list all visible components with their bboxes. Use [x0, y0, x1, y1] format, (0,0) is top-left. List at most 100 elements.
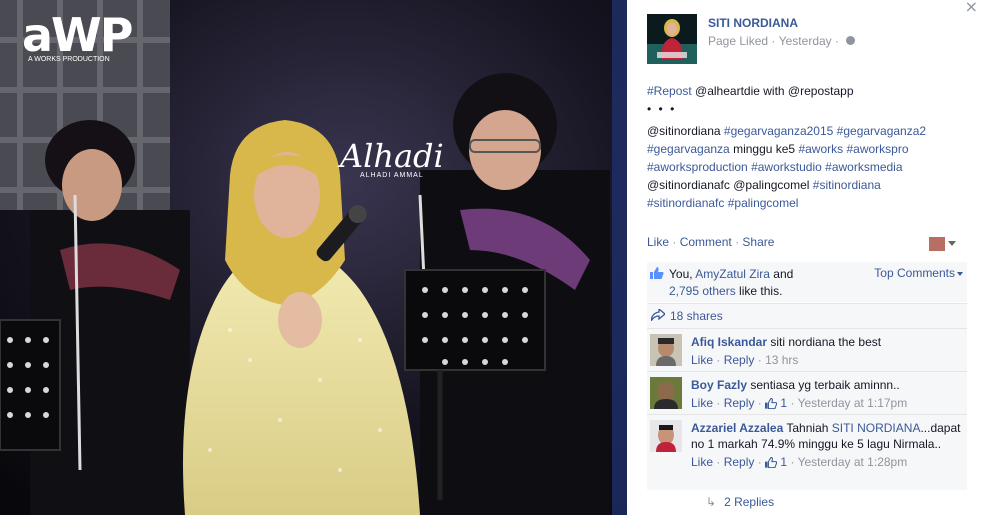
shares-count: 18 shares: [670, 309, 723, 323]
page-liked-label: Page Liked: [708, 33, 769, 48]
view-replies-link[interactable]: ↳ 2 Replies: [706, 495, 774, 509]
action-separator: ·: [735, 235, 740, 249]
post-body-line: @sitinordiana #gegarvaganza2015 #gegarva…: [647, 122, 977, 140]
action-separator: ·: [757, 353, 762, 367]
close-icon[interactable]: ×: [965, 0, 978, 16]
comment-like-button[interactable]: Like: [691, 353, 713, 367]
viewer-avatar: [929, 236, 945, 251]
likes-text: You, AmyZatul Zira and 2,795 others like…: [669, 266, 793, 300]
comment-like-button[interactable]: Like: [691, 396, 713, 410]
post-line-repost: #Repost @alheartdie with @repostapp: [647, 82, 977, 100]
mention-link[interactable]: SITI NORDIANA: [832, 421, 921, 435]
likes-and: and: [769, 267, 794, 281]
page-avatar-image: [647, 14, 697, 64]
post-as-selector[interactable]: [929, 236, 956, 251]
action-separator: ·: [716, 455, 721, 469]
comment-like-button[interactable]: Like: [691, 455, 713, 469]
post-dots: • • •: [647, 102, 677, 116]
commenter-avatar-image: [650, 377, 682, 409]
post-body-line: #aworksproduction #aworkstudio #aworksme…: [647, 158, 977, 176]
photographer-signature: Alhadi ALHADI AMMAL: [340, 140, 444, 179]
comment-author-link[interactable]: Boy Fazly: [691, 378, 747, 392]
post-body-line: @sitinordianafc @palingcomel #sitinordia…: [647, 176, 977, 194]
comment-text: Boy Fazly sentiasa yg terbaik aminnn..: [691, 377, 961, 393]
post-body-lines: @sitinordiana #gegarvaganza2015 #gegarva…: [647, 122, 977, 212]
post-photo[interactable]: aWP A WORKS PRODUCTION Alhadi ALHADI AMM…: [0, 0, 627, 515]
hashtag-link[interactable]: #aworkstudio: [751, 160, 822, 174]
action-separator: ·: [757, 396, 762, 410]
others-link[interactable]: 2,795 others: [669, 284, 736, 298]
hashtag-link[interactable]: #gegarvaganza2: [837, 124, 926, 138]
action-separator: ·: [790, 396, 795, 410]
comment-item: Azzariel Azzalea Tahniah SITI NORDIANA..…: [647, 414, 967, 490]
post-text-segment: @sitinordianafc @palingcomel: [647, 178, 813, 192]
comment-body: Afiq Iskandar siti nordiana the best Lik…: [691, 334, 961, 368]
comment-author-link[interactable]: Azzariel Azzalea: [691, 421, 783, 435]
chevron-down-icon: [957, 271, 963, 276]
commenter-avatar[interactable]: [650, 334, 682, 366]
thumbs-up-icon: [765, 398, 778, 410]
hashtag-link[interactable]: #aworkspro: [846, 142, 908, 156]
comment-actions: Like · Reply · 1 · Yesterday at 1:17pm: [691, 395, 961, 411]
hashtag-link[interactable]: #gegarvaganza2015: [724, 124, 833, 138]
action-separator: ·: [757, 455, 762, 469]
comment-text: Azzariel Azzalea Tahniah SITI NORDIANA..…: [691, 420, 961, 452]
comment-reply-button[interactable]: Reply: [724, 353, 755, 367]
comment-message: siti nordiana the best: [767, 335, 882, 349]
hashtag-link[interactable]: #gegarvaganza: [647, 142, 730, 156]
comment-time[interactable]: Yesterday at 1:28pm: [798, 455, 908, 469]
signature-text: Alhadi: [340, 137, 444, 175]
thumbs-up-icon: [765, 457, 778, 469]
share-icon: [651, 309, 665, 321]
comment-reply-button[interactable]: Reply: [724, 396, 755, 410]
hashtag-link[interactable]: #aworksproduction: [647, 160, 748, 174]
post-sidebar: × SITI NORDIANA Page Liked · Yesterday ·…: [627, 0, 982, 515]
comment-like-count[interactable]: 1: [780, 396, 787, 410]
meta-separator: ·: [771, 33, 776, 48]
shares-row[interactable]: 18 shares: [647, 303, 967, 328]
action-separator: ·: [716, 353, 721, 367]
comment-time[interactable]: 13 hrs: [765, 353, 798, 367]
comment-button[interactable]: Comment: [680, 235, 732, 249]
concert-photo: [0, 0, 627, 515]
page-name-link[interactable]: SITI NORDIANA: [708, 16, 798, 30]
like-button[interactable]: Like: [647, 235, 669, 249]
post-text-segment: @sitinordiana: [647, 124, 724, 138]
comment-reply-button[interactable]: Reply: [724, 455, 755, 469]
comment-text: Afiq Iskandar siti nordiana the best: [691, 334, 961, 350]
hashtag-link[interactable]: #sitinordiana: [813, 178, 881, 192]
comment-like-count[interactable]: 1: [780, 455, 787, 469]
comment-item: Afiq Iskandar siti nordiana the best Lik…: [647, 328, 967, 371]
hashtag-link[interactable]: #aworksmedia: [825, 160, 902, 174]
action-separator: ·: [716, 396, 721, 410]
comment-message: Tahniah: [783, 421, 832, 435]
commenter-avatar[interactable]: [650, 420, 682, 452]
hashtag-link[interactable]: #sitinordianafc: [647, 196, 724, 210]
logo-text: aWP: [22, 8, 133, 62]
comment-time[interactable]: Yesterday at 1:17pm: [798, 396, 908, 410]
likes-suffix: like this.: [735, 284, 783, 298]
likes-summary: You, AmyZatul Zira and 2,795 others like…: [647, 262, 967, 302]
top-comments-label: Top Comments: [874, 266, 955, 280]
action-separator: ·: [790, 455, 795, 469]
hashtag-link[interactable]: #aworks: [798, 142, 843, 156]
post-text-segment: minggu ke5: [729, 142, 799, 156]
meta-separator: ·: [835, 33, 840, 48]
post-meta: Page Liked · Yesterday ·: [708, 33, 856, 48]
page-avatar[interactable]: [647, 14, 697, 64]
post-body-line: #sitinordianafc #palingcomel: [647, 194, 977, 212]
post-time[interactable]: Yesterday: [779, 34, 832, 48]
top-comments-dropdown[interactable]: Top Comments: [874, 266, 963, 280]
comment-author-link[interactable]: Afiq Iskandar: [691, 335, 767, 349]
likes-you: You,: [669, 267, 696, 281]
globe-icon[interactable]: [846, 36, 856, 46]
commenter-avatar[interactable]: [650, 377, 682, 409]
post-body-line: #gegarvaganza minggu ke5 #aworks #aworks…: [647, 140, 977, 158]
share-button[interactable]: Share: [742, 235, 774, 249]
comment-body: Boy Fazly sentiasa yg terbaik aminnn.. L…: [691, 377, 961, 411]
hashtag-link[interactable]: #Repost: [647, 84, 692, 98]
liker-link[interactable]: AmyZatul Zira: [695, 267, 770, 281]
chevron-down-icon: [948, 241, 956, 247]
reply-arrow-icon: ↳: [706, 495, 717, 509]
hashtag-link[interactable]: #palingcomel: [728, 196, 799, 210]
